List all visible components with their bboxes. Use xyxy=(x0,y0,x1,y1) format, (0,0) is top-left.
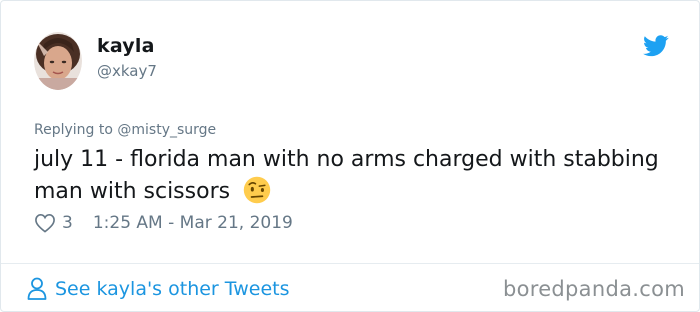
author-name[interactable]: kayla xyxy=(97,35,155,57)
avatar-photo-icon xyxy=(34,32,82,90)
footer-divider xyxy=(1,263,699,264)
heart-icon[interactable] xyxy=(34,213,56,233)
tweet-text: july 11 - florida man with no arms charg… xyxy=(34,147,659,204)
tweet-meta: 3 1:25 AM - Mar 21, 2019 xyxy=(34,213,293,233)
person-icon xyxy=(27,277,47,300)
replying-to-line: Replying to @misty_surge xyxy=(34,122,216,138)
tweet-timestamp[interactable]: 1:25 AM - Mar 21, 2019 xyxy=(93,213,293,233)
avatar[interactable] xyxy=(34,32,82,90)
replying-to-link[interactable]: @misty_surge xyxy=(117,122,216,138)
author-handle[interactable]: @xkay7 xyxy=(97,62,157,80)
like-count: 3 xyxy=(62,213,73,233)
twitter-bird-icon[interactable] xyxy=(643,35,669,57)
replying-prefix: Replying to xyxy=(34,122,118,138)
see-other-tweets-label: See kayla's other Tweets xyxy=(55,278,290,300)
face-with-raised-eyebrow-icon xyxy=(243,176,271,204)
watermark: boredpanda.com xyxy=(502,277,685,301)
see-other-tweets-link[interactable]: See kayla's other Tweets xyxy=(27,277,290,301)
tweet-card: kayla @xkay7 Replying to @misty_surge ju… xyxy=(0,0,700,312)
tweet-text-block: july 11 - florida man with no arms charg… xyxy=(34,144,674,208)
